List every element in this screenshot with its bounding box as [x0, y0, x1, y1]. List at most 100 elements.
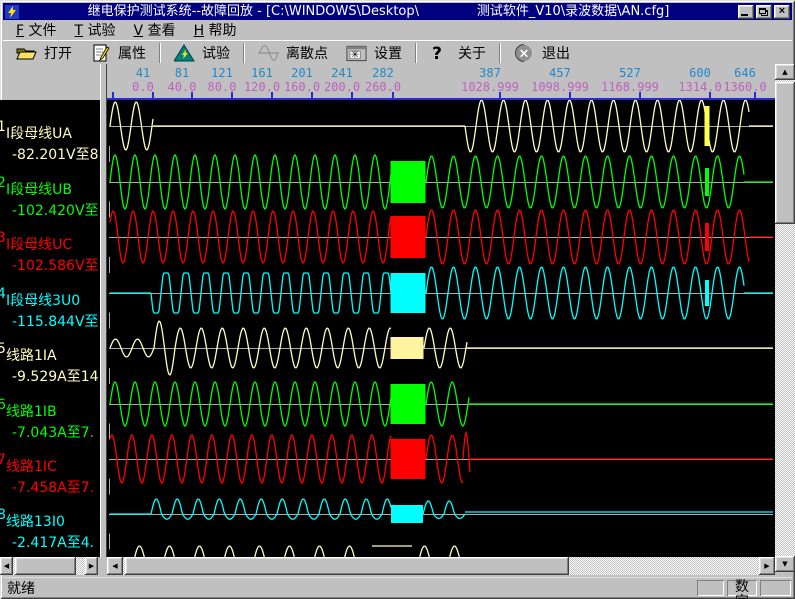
selection-marker-square[interactable]: [391, 439, 426, 479]
vscroll-thumb[interactable]: [775, 82, 795, 224]
channel-name: 3Ⅰ段母线UC: [0, 228, 99, 256]
labels-horizontal-scrollbar[interactable]: ◀ ▶: [0, 557, 98, 575]
toolbar-button-label: 设置: [374, 43, 402, 63]
toolbar-separator: [243, 43, 245, 63]
channel-label[interactable]: 5线路1IA-9.529A至14: [0, 339, 99, 388]
ruler-tick: [709, 92, 711, 98]
properties-button[interactable]: 属性: [81, 41, 155, 64]
toolbar-button-label: 试验: [202, 43, 230, 63]
ruler-sample-label: 241: [331, 66, 353, 80]
channel-number: 7: [0, 450, 6, 471]
waveform-plot[interactable]: [107, 100, 775, 557]
title-bar[interactable]: 继电保护测试系统--故障回放 - [C:\WINDOWS\Desktop\ 测试…: [3, 3, 792, 20]
cursor-marker-bar[interactable]: [705, 168, 709, 196]
channel-range: -2.417A至4.: [0, 533, 94, 554]
cursor-marker-bar[interactable]: [705, 280, 709, 306]
channel-label[interactable]: 2Ⅰ段母线UB-102.420V至: [0, 173, 99, 222]
selection-marker-square[interactable]: [391, 337, 424, 359]
ruler-tick: [152, 92, 154, 98]
status-cell: [697, 580, 724, 596]
plot-hscroll-thumb[interactable]: [125, 557, 569, 575]
channel-range: -115.844V至: [0, 312, 99, 333]
ruler-time-label: 260.0: [365, 80, 401, 94]
selection-marker-square[interactable]: [391, 161, 426, 203]
channel-name: 7线路1IC: [0, 450, 94, 478]
panel-splitter[interactable]: [100, 64, 107, 557]
channel-number: 8: [0, 505, 6, 526]
plot-horizontal-scrollbar[interactable]: ◀ ▶: [107, 557, 775, 575]
ruler-sample-label: 282: [372, 66, 394, 80]
minimize-button[interactable]: [738, 5, 754, 19]
vertical-scrollbar[interactable]: ▲ ▼: [775, 64, 795, 572]
menu-file[interactable]: F 文件: [7, 22, 66, 40]
waveform-trace-ch8: [110, 499, 773, 519]
channel-name: 5线路1IA: [0, 339, 99, 367]
menu-help[interactable]: H 帮助: [185, 22, 246, 40]
menu-bar: F 文件T 试验V 查看H 帮助: [3, 21, 792, 40]
ruler-tick: [311, 92, 313, 98]
close-button[interactable]: ×: [774, 5, 790, 19]
channel-label[interactable]: 4Ⅰ段母线3U0-115.844V至: [0, 284, 99, 333]
ruler-tick: [191, 92, 193, 98]
restore-button[interactable]: [756, 5, 772, 19]
selection-marker-square[interactable]: [391, 216, 426, 258]
plot-scroll-left-button[interactable]: ◀: [107, 557, 123, 575]
ruler-time-label: 120.0: [244, 80, 280, 94]
waveform-trace-ch7: [110, 433, 773, 483]
ruler-time-label: 160.0: [284, 80, 320, 94]
cursor-marker-bar[interactable]: [705, 223, 709, 251]
channel-range: -9.529A至14: [0, 367, 99, 388]
ruler-tick: [351, 92, 353, 98]
labels-hscroll-thumb[interactable]: [15, 557, 76, 575]
ruler-sample-label: 387: [479, 66, 501, 80]
ruler-tick: [231, 92, 233, 98]
test-icon: [174, 43, 195, 63]
settings-button[interactable]: ✳ 设置: [337, 41, 411, 64]
ruler-sample-label: 41: [136, 66, 150, 80]
channel-label[interactable]: 3Ⅰ段母线UC-102.586V至: [0, 228, 99, 277]
exit-button[interactable]: ×退出: [505, 41, 579, 64]
channel-label[interactable]: 1Ⅰ段母线UA-82.201V至8: [0, 117, 99, 166]
ruler-sample-label: 121: [211, 66, 233, 80]
settings-icon: ✳: [346, 43, 367, 63]
run-test-button[interactable]: 试验: [165, 41, 239, 64]
scroll-up-button[interactable]: ▲: [775, 64, 795, 80]
channel-name: 1Ⅰ段母线UA: [0, 117, 99, 145]
channel-label[interactable]: 6线路1IB-7.043A至7.: [0, 395, 94, 444]
svg-text:✳: ✳: [351, 48, 360, 60]
discrete-points-button[interactable]: 离散点: [249, 41, 337, 64]
ruler-time-label: 1360.0: [723, 80, 766, 94]
menu-test[interactable]: T 试验: [66, 22, 125, 40]
labels-scroll-right-button[interactable]: ▶: [85, 557, 98, 575]
scroll-down-button[interactable]: ▼: [775, 556, 795, 572]
channel-name: 6线路1IB: [0, 395, 94, 423]
properties-icon: [90, 43, 111, 63]
exit-icon: ×: [514, 43, 535, 63]
ruler-time-label: 1168.999: [601, 80, 659, 94]
toolbar-separator: [499, 43, 501, 63]
channel-label[interactable]: 7线路1IC-7.458A至7.: [0, 450, 94, 499]
app-icon[interactable]: [5, 5, 19, 19]
window-controls: ×: [738, 5, 790, 19]
selection-marker-square[interactable]: [391, 505, 423, 523]
status-cell: [760, 580, 791, 596]
ruler-tick: [499, 92, 501, 98]
window-title: 继电保护测试系统--故障回放 - [C:\WINDOWS\Desktop\ 测试…: [23, 4, 734, 20]
channel-number: 5: [0, 339, 6, 360]
ruler-tick: [754, 92, 756, 98]
status-message: 就绪: [3, 578, 697, 598]
labels-scroll-left-button[interactable]: ◀: [0, 557, 13, 575]
timeline-ruler: 410.08140.012180.0161120.0201160.0241200…: [107, 64, 775, 100]
status-cell-num-lock: 数字: [727, 580, 757, 596]
selection-marker-square[interactable]: [391, 273, 426, 313]
open-button[interactable]: 打开: [7, 41, 81, 64]
status-bar: 就绪 数字: [3, 577, 792, 597]
menu-view[interactable]: V 查看: [125, 22, 185, 40]
about-button[interactable]: ?关于: [421, 41, 495, 64]
channel-label[interactable]: 8线路13I0-2.417A至4.: [0, 505, 94, 554]
svg-text:×: ×: [519, 46, 530, 61]
plot-scroll-right-button[interactable]: ▶: [759, 557, 775, 575]
cursor-marker-bar[interactable]: [705, 106, 710, 146]
channel-name: 2Ⅰ段母线UB: [0, 173, 99, 201]
selection-marker-square[interactable]: [391, 384, 426, 424]
